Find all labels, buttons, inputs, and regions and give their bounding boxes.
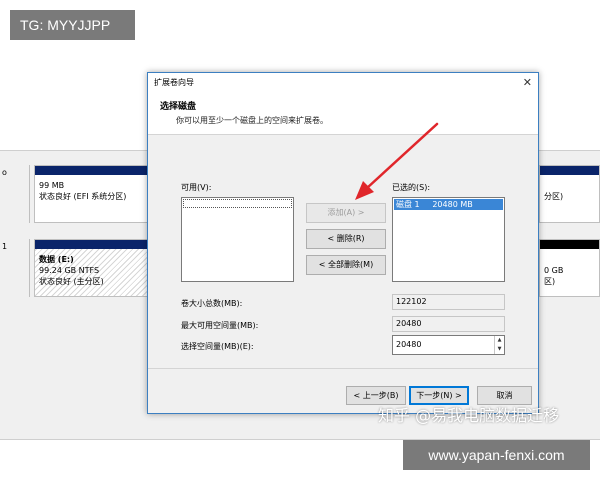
max-space-value: 20480 — [392, 316, 505, 332]
total-size-label: 卷大小总数(MB): — [181, 299, 243, 308]
wizard-step-subtitle: 你可以用至少一个磁盘上的空间来扩展卷。 — [176, 116, 328, 125]
partition-status: 区) — [544, 277, 556, 286]
available-label: 可用(V): — [181, 183, 212, 192]
select-space-value: 20480 — [396, 340, 422, 349]
disk-label: 1 — [0, 239, 30, 297]
data-partition-e[interactable]: 数据 (E:) 99.24 GB NTFS 状态良好 (主分区) — [34, 239, 148, 297]
dialog-titlebar[interactable]: 扩展卷向导 ✕ — [148, 73, 538, 93]
watermark-site: www.yapan-fenxi.com — [403, 440, 590, 470]
footer-divider — [148, 368, 538, 369]
extend-volume-wizard-dialog: 扩展卷向导 ✕ 选择磁盘 你可以用至少一个磁盘上的空间来扩展卷。 可用(V): … — [147, 72, 539, 414]
chevron-up-icon[interactable]: ▲ — [495, 336, 504, 345]
select-space-label: 选择空间量(MB)(E): — [181, 342, 254, 351]
list-focus-item — [183, 199, 292, 208]
dialog-title: 扩展卷向导 — [154, 78, 194, 87]
partition-name: 数据 (E:) — [39, 255, 74, 264]
remove-button[interactable]: < 删除(R) — [306, 229, 386, 249]
partition-size: 99 MB — [39, 181, 65, 190]
partition-status: 状态良好 (EFI 系统分区) — [39, 192, 127, 201]
wizard-header: 选择磁盘 你可以用至少一个磁盘上的空间来扩展卷。 — [148, 93, 538, 135]
max-space-label: 最大可用空间量(MB): — [181, 321, 259, 330]
add-button[interactable]: 添加(A) > — [306, 203, 386, 223]
partition-status: 状态良好 (主分区) — [39, 277, 104, 286]
selected-disks-list[interactable]: 磁盘 1 20480 MB — [392, 197, 505, 282]
stepper-arrows[interactable]: ▲ ▼ — [494, 336, 504, 354]
partition-status: 分区) — [544, 192, 564, 201]
disk-label: o — [0, 165, 30, 223]
watermark-tag-top: TG: MYYJJPP — [10, 10, 135, 40]
watermark-zhihu: 知乎 @易我电脑数据迁移 — [378, 406, 560, 425]
partition-right[interactable]: 0 GB 区) — [539, 239, 600, 297]
selected-label: 已选的(S): — [392, 183, 431, 192]
list-item[interactable]: 磁盘 1 20480 MB — [394, 199, 503, 210]
select-space-stepper[interactable]: 20480 ▲ ▼ — [392, 335, 505, 355]
wizard-step-title: 选择磁盘 — [160, 102, 197, 112]
close-icon[interactable]: ✕ — [523, 73, 532, 93]
partition-size: 99.24 GB NTFS — [39, 266, 100, 275]
available-disks-list[interactable] — [181, 197, 294, 282]
chevron-down-icon[interactable]: ▼ — [495, 345, 504, 354]
total-size-value: 122102 — [392, 294, 505, 310]
partition-size: 0 GB — [544, 266, 564, 275]
partition-right[interactable]: 分区) — [539, 165, 600, 223]
efi-partition[interactable]: 99 MB 状态良好 (EFI 系统分区) — [34, 165, 148, 223]
remove-all-button[interactable]: < 全部删除(M) — [306, 255, 386, 275]
